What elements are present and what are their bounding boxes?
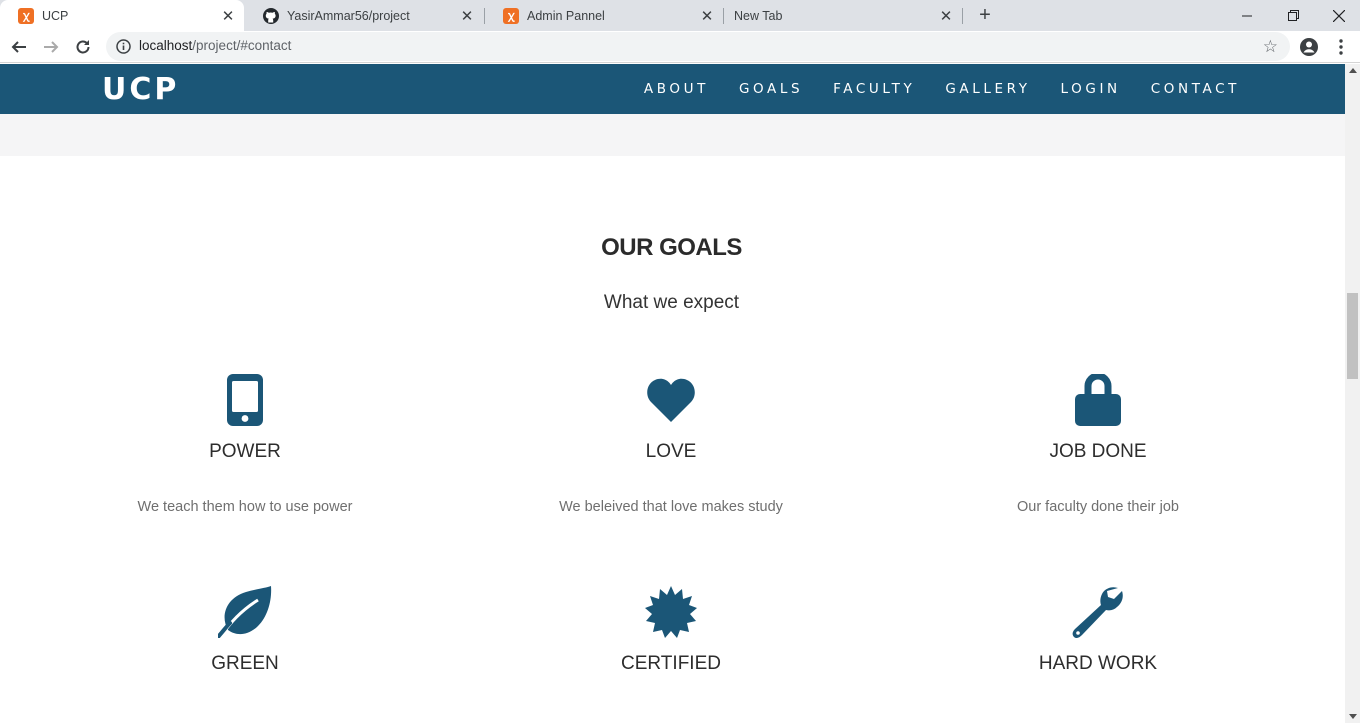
goal-card-job-done: JOB DONE Our faculty done their job [888,374,1308,515]
tab-title: YasirAmmar56/project [287,8,410,23]
goal-title: HARD WORK [1038,653,1158,674]
browser-tab-bar: ꭓ UCP ✕ YasirAmmar56/project ✕ ꭓ Admin P… [0,0,1360,31]
tab-ucp[interactable]: ꭓ UCP ✕ [0,0,244,31]
close-icon[interactable]: ✕ [220,8,236,25]
goal-title: POWER [209,441,281,462]
forward-arrow-icon[interactable] [38,34,64,60]
xampp-icon: ꭓ [18,7,34,24]
bookmark-star-icon[interactable]: ☆ [1263,37,1278,57]
new-tab-plus-icon[interactable]: + [974,4,996,26]
goal-card-green: GREEN [35,586,455,674]
goals-section: OUR GOALS What we expect POWER We teach … [0,156,1345,723]
profile-avatar-icon[interactable] [1296,34,1322,60]
heart-icon [647,378,695,422]
leaf-icon [218,586,272,638]
goal-title: JOB DONE [1049,441,1147,462]
tab-separator [962,8,963,24]
goal-card-hard-work: HARD WORK [888,586,1308,674]
mobile-icon [227,374,263,426]
goal-title: LOVE [645,441,697,462]
minimize-icon[interactable] [1224,0,1270,31]
close-icon[interactable]: ✕ [459,8,475,25]
github-icon [263,7,279,24]
previous-section-edge [0,114,1345,156]
certificate-icon [645,586,697,638]
wrench-icon [1072,587,1123,638]
scrollbar-thumb[interactable] [1347,293,1358,379]
section-title: OUR GOALS [601,234,742,261]
tab-admin-pannel[interactable]: ꭓ Admin Pannel ✕ [485,0,723,31]
goal-title: CERTIFIED [621,653,721,674]
main-menu: ABOUT GOALS FACULTY GALLERY LOGIN CONTAC… [644,81,1240,97]
restore-icon[interactable] [1270,0,1316,31]
goal-description: Our faculty done their job [1016,499,1179,515]
tab-title: Admin Pannel [527,8,605,23]
goal-description: We beleived that love makes study [559,499,783,515]
site-logo[interactable]: UCP [102,72,179,107]
url-host: localhost [139,38,193,53]
menu-item-goals[interactable]: GOALS [739,81,803,97]
section-subtitle: What we expect [603,292,740,313]
page-viewport: UCP ABOUT GOALS FACULTY GALLERY LOGIN CO… [0,64,1360,723]
menu-kebab-icon[interactable] [1328,34,1354,60]
scroll-up-arrow-icon[interactable] [1349,68,1357,73]
back-arrow-icon[interactable] [6,34,32,60]
tab-github[interactable]: YasirAmmar56/project ✕ [245,0,483,31]
url-text[interactable]: localhost/project/#contact [139,38,291,53]
site-navbar: UCP ABOUT GOALS FACULTY GALLERY LOGIN CO… [0,64,1345,114]
close-icon[interactable]: ✕ [938,8,954,25]
lock-icon [1075,374,1121,426]
menu-item-contact[interactable]: CONTACT [1151,81,1240,97]
page-scrollbar[interactable] [1345,64,1360,723]
url-path: /project/#contact [192,38,292,53]
reload-icon[interactable] [70,34,96,60]
goal-card-love: LOVE We beleived that love makes study [461,374,881,515]
close-icon[interactable]: ✕ [699,8,715,25]
goal-card-power: POWER We teach them how to use power [35,374,455,515]
tab-new-tab[interactable]: New Tab ✕ [724,0,962,31]
menu-item-gallery[interactable]: GALLERY [945,81,1030,97]
menu-item-about[interactable]: ABOUT [644,81,709,97]
xampp-icon: ꭓ [503,7,519,24]
goal-card-certified: CERTIFIED [461,586,881,674]
tab-title: UCP [42,8,69,23]
goal-title: GREEN [211,653,279,674]
scroll-down-arrow-icon[interactable] [1349,714,1357,719]
address-bar[interactable]: localhost/project/#contact ☆ [106,32,1290,61]
menu-item-faculty[interactable]: FACULTY [833,81,915,97]
tab-title: New Tab [734,8,783,23]
browser-toolbar: localhost/project/#contact ☆ [0,31,1360,63]
menu-item-login[interactable]: LOGIN [1061,81,1121,97]
goal-description: We teach them how to use power [137,499,353,515]
info-icon[interactable] [116,39,131,54]
close-window-icon[interactable] [1316,0,1360,31]
